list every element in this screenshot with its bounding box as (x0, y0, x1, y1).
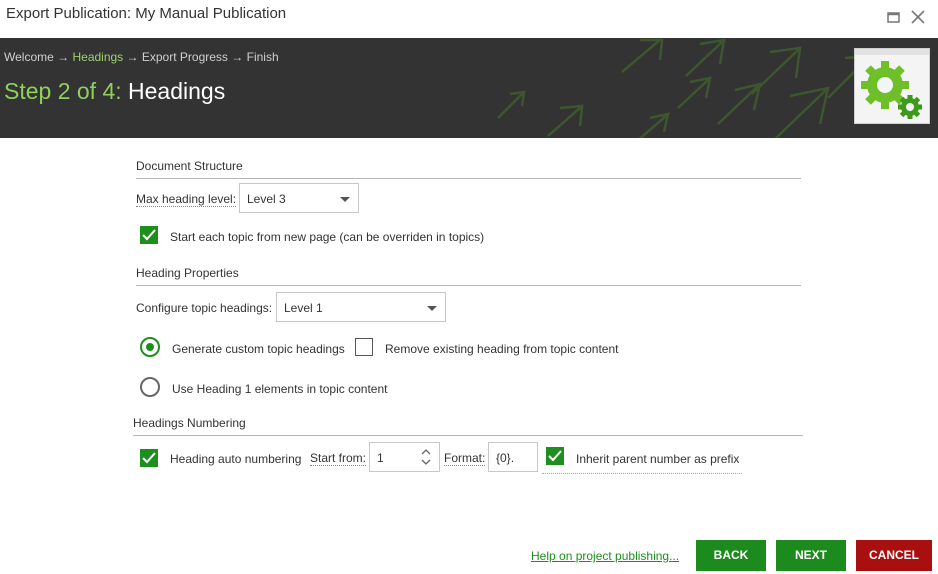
start-from-stepper[interactable]: 1 (369, 442, 440, 472)
breadcrumb-step-finish: Finish (246, 50, 279, 64)
back-button[interactable]: BACK (696, 540, 766, 571)
checkmark-icon (548, 450, 562, 462)
breadcrumb-separator: → (231, 50, 244, 64)
gears-icon (854, 48, 930, 124)
inherit-prefix-checkbox[interactable] (546, 447, 564, 465)
configure-topic-headings-value: Level 1 (284, 301, 323, 315)
use-heading1-label: Use Heading 1 elements in topic content (172, 382, 388, 396)
generate-custom-headings-label: Generate custom topic headings (172, 342, 345, 356)
breadcrumb-step-headings: Headings (72, 50, 124, 64)
breadcrumb-separator: → (57, 50, 70, 64)
inherit-prefix-option[interactable]: Inherit parent number as prefix (542, 442, 742, 474)
chevron-down-icon (340, 197, 350, 202)
breadcrumb-step-export-progress: Export Progress (141, 50, 228, 64)
close-icon[interactable] (907, 6, 929, 28)
chevron-down-icon (427, 306, 437, 311)
format-value: {0}. (496, 451, 515, 465)
title-bar: Export Publication: My Manual Publicatio… (0, 0, 938, 38)
breadcrumb-step-welcome: Welcome (4, 50, 54, 64)
configure-topic-headings-label: Configure topic headings: (136, 301, 273, 315)
section-divider (136, 178, 801, 179)
section-title-heading-properties: Heading Properties (136, 266, 239, 280)
start-from-label: Start from: (310, 451, 367, 466)
section-divider (133, 435, 803, 436)
start-from-value: 1 (377, 451, 384, 465)
step-number: Step 2 of 4: (4, 78, 122, 104)
maximize-icon[interactable] (882, 6, 904, 28)
max-heading-level-select[interactable]: Level 3 (239, 183, 359, 213)
format-label: Format: (444, 451, 486, 466)
help-link[interactable]: Help on project publishing... (531, 549, 679, 563)
breadcrumb-separator: → (126, 50, 139, 64)
section-divider (136, 285, 801, 286)
configure-topic-headings-select[interactable]: Level 1 (276, 292, 446, 322)
stepper-arrows-icon[interactable] (421, 448, 431, 466)
section-title-document-structure: Document Structure (136, 159, 243, 173)
format-input[interactable]: {0}. (488, 442, 538, 472)
generate-custom-headings-radio[interactable] (140, 337, 160, 357)
next-button[interactable]: NEXT (776, 540, 846, 571)
inherit-prefix-label: Inherit parent number as prefix (576, 452, 740, 466)
section-title-headings-numbering: Headings Numbering (133, 416, 246, 430)
step-name: Headings (128, 78, 226, 104)
new-page-checkbox[interactable] (140, 226, 158, 244)
window-title: Export Publication: My Manual Publicatio… (6, 5, 287, 22)
max-heading-level-value: Level 3 (247, 192, 286, 206)
page-title: Step 2 of 4: Headings (4, 78, 225, 105)
remove-existing-heading-checkbox[interactable] (355, 338, 373, 356)
auto-numbering-checkbox[interactable] (140, 449, 158, 467)
auto-numbering-label: Heading auto numbering (170, 452, 302, 466)
wizard-header: Welcome → Headings → Export Progress → F… (0, 38, 938, 138)
checkmark-icon (142, 229, 156, 241)
breadcrumb: Welcome → Headings → Export Progress → F… (4, 50, 279, 64)
remove-existing-heading-label: Remove existing heading from topic conte… (385, 342, 619, 356)
max-heading-level-label: Max heading level: (136, 192, 237, 207)
cancel-button[interactable]: CANCEL (856, 540, 932, 571)
use-heading1-radio[interactable] (140, 377, 160, 397)
new-page-checkbox-label: Start each topic from new page (can be o… (170, 230, 485, 244)
checkmark-icon (142, 452, 156, 464)
